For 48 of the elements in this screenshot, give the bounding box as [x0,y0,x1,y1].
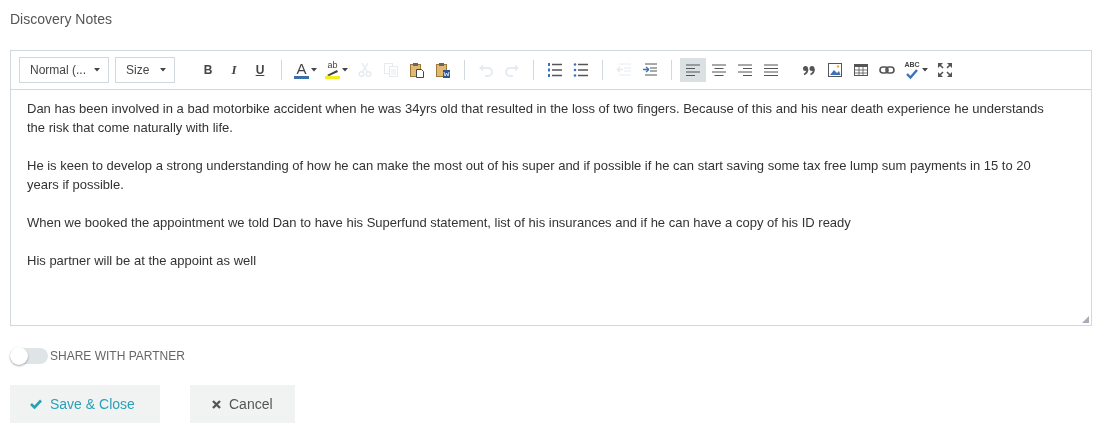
paragraph: Dan has been involved in a bad motorbike accident when he was 34yrs old that resulted in the loss of two fingers. Because of this and his near death experience he understands the risk that come naturally with life. [27,100,1045,137]
caret-icon [342,68,348,72]
redo-icon [504,62,520,78]
caret-icon [160,68,166,72]
section-title: Discovery Notes [10,10,112,29]
align-center-icon [711,62,727,78]
numbered-list-icon [547,62,563,78]
maximize-icon [937,62,953,78]
close-icon [212,399,221,409]
align-right-icon [737,62,753,78]
toggle-switch[interactable] [10,348,48,364]
bulleted-list-icon [573,62,589,78]
table-icon [853,62,869,78]
italic-button[interactable]: I [221,58,247,82]
align-left-button[interactable] [680,58,706,82]
size-dropdown[interactable]: Size [115,57,175,83]
pen-icon [326,70,339,76]
paragraph: When we booked the appointment we told Dan to have his Superfund statement, list of his insurances and if he can have a copy of his ID ready [27,214,852,232]
cancel-button[interactable]: Cancel [190,385,295,423]
font-color-button[interactable]: A [290,58,321,82]
clipboard-word-icon [435,62,451,78]
align-left-icon [685,62,701,78]
undo-icon [478,62,494,78]
image-icon [827,62,843,78]
underline-button[interactable]: U [247,58,273,82]
format-dropdown[interactable]: Normal (... [19,57,109,83]
toggle-label: SHARE WITH PARTNER [50,349,185,363]
clipboard-icon [409,62,425,78]
highlight-button[interactable]: ab [321,58,352,82]
font-color-letter: A [296,61,307,76]
color-bar [294,76,309,79]
caret-icon [922,68,928,72]
check-icon [904,67,920,80]
paragraph: He is keen to develop a strong understanding of how he can make the most out of his super and if possible if he can start saving some tax free lump sum payments in 15 to 20 years if possible. [27,157,1032,194]
highlight-letters: ab [327,61,338,70]
caret-icon [311,68,317,72]
paragraph: His partner will be at the appoint as well [27,252,258,270]
indent-icon [642,62,658,78]
justify-icon [763,62,779,78]
check-icon [30,399,42,409]
copy-icon [383,62,399,78]
bold-button[interactable]: B [195,58,221,82]
caret-icon [94,68,100,72]
resize-handle-icon[interactable] [1082,316,1089,323]
outdent-icon [616,62,632,78]
scissors-icon [357,62,373,78]
color-bar [325,76,340,79]
rich-text-editor[interactable] [10,50,1092,326]
